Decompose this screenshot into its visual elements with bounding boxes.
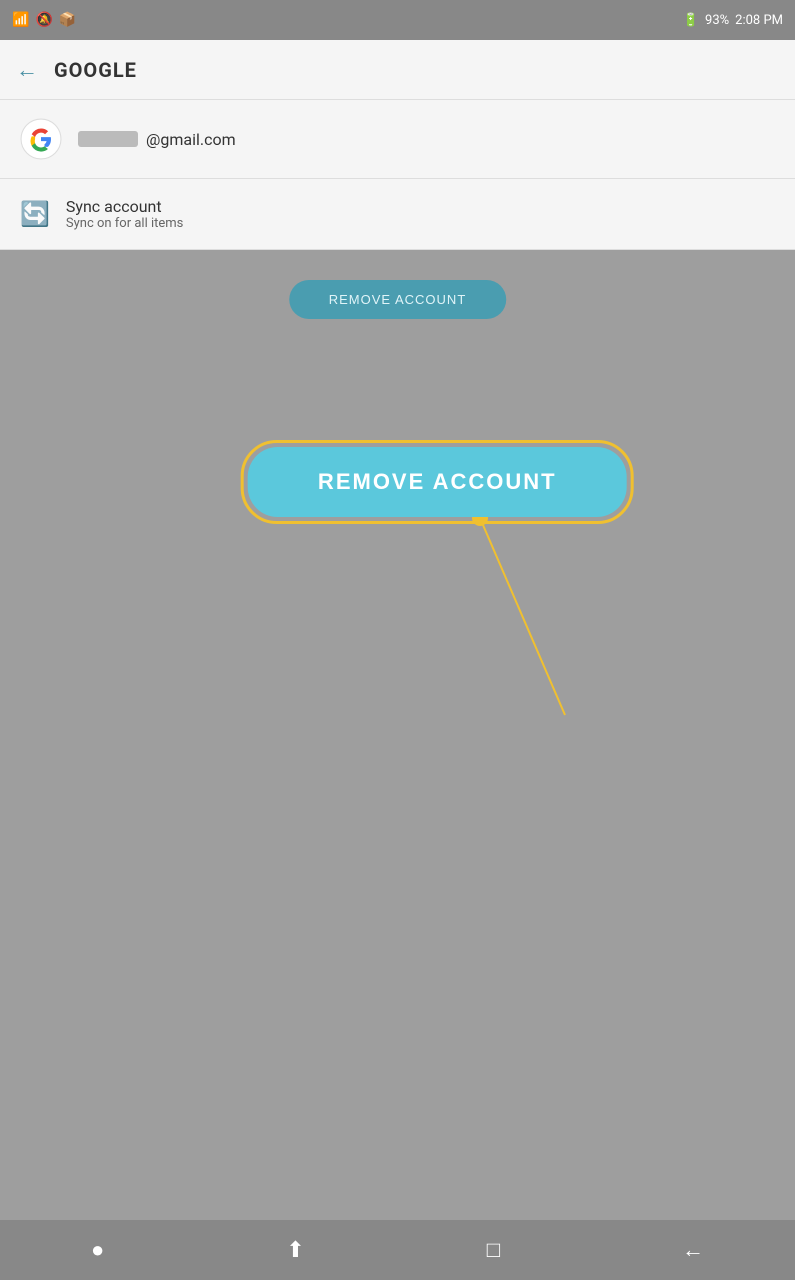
content-area: @gmail.com 🔄 Sync account Sync on for al… (0, 100, 795, 250)
account-row: @gmail.com (0, 100, 795, 179)
battery-icon: 🔋 (683, 13, 699, 28)
sync-subtitle: Sync on for all items (66, 216, 184, 231)
remove-account-button-large[interactable]: REMOVE ACCOUNT (248, 447, 627, 517)
nav-bar: ● ⬆ □ ← (0, 1220, 795, 1280)
status-bar-right: 🔋 93% 2:08 PM (683, 13, 783, 28)
notification-icon: 📶 (12, 12, 29, 28)
nav-menu-icon[interactable]: ⬆ (286, 1238, 304, 1263)
header: ← GOOGLE (0, 40, 795, 100)
nav-dot-icon[interactable]: ● (91, 1237, 104, 1263)
remove-account-button-small[interactable]: REMOVE ACCOUNT (289, 280, 507, 319)
annotation-line (0, 250, 795, 1250)
nav-back-icon[interactable]: ← (682, 1237, 704, 1263)
sync-row[interactable]: 🔄 Sync account Sync on for all items (0, 179, 795, 250)
status-bar-left: 📶 🔕 📦 (12, 12, 76, 28)
account-email: @gmail.com (78, 130, 236, 149)
google-logo (20, 118, 62, 160)
remove-account-button-large-wrapper: REMOVE ACCOUNT (241, 440, 634, 524)
email-suffix: @gmail.com (146, 130, 236, 149)
page-title: GOOGLE (54, 58, 137, 82)
email-blur (78, 131, 138, 147)
mute-icon: 🔕 (35, 12, 52, 28)
sync-icon: 🔄 (20, 200, 50, 228)
nav-home-icon[interactable]: □ (487, 1237, 500, 1263)
time-display: 2:08 PM (735, 13, 783, 28)
sync-title: Sync account (66, 197, 184, 216)
back-button[interactable]: ← (16, 57, 38, 83)
dropbox-icon: 📦 (59, 12, 76, 28)
status-bar: 📶 🔕 📦 🔋 93% 2:08 PM (0, 0, 795, 40)
main-area: REMOVE ACCOUNT REMOVE ACCOUNT (0, 250, 795, 1250)
sync-text: Sync account Sync on for all items (66, 197, 184, 231)
battery-percentage: 93% (705, 13, 729, 28)
